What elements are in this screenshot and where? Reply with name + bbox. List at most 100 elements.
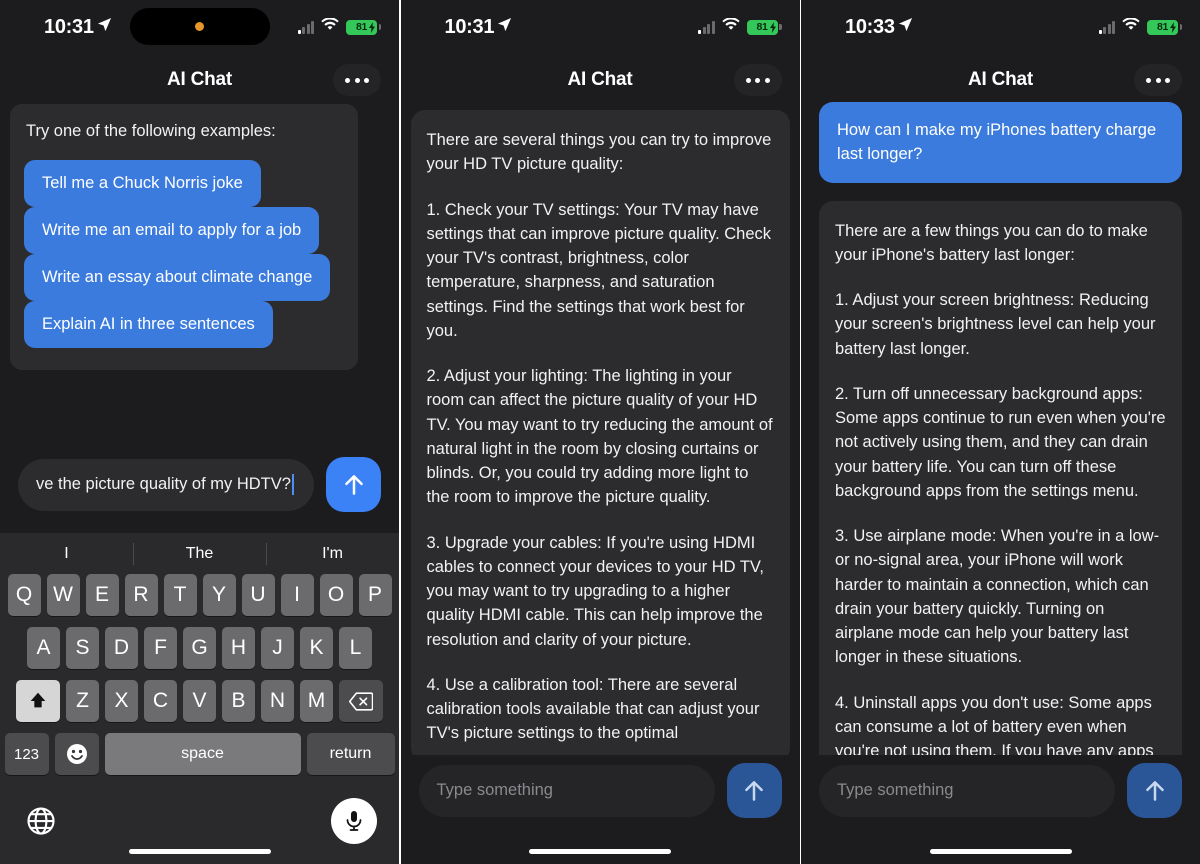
suggestion-chip[interactable]: Tell me a Chuck Norris joke xyxy=(24,160,261,207)
battery-icon: 81 xyxy=(1147,19,1182,35)
battery-level: 81 xyxy=(1157,21,1168,33)
assistant-message-bubble: There are several things you can try to … xyxy=(410,110,790,755)
assistant-paragraph: 1. Adjust your screen brightness: Reduci… xyxy=(835,291,1156,358)
key-h[interactable]: H xyxy=(222,627,255,669)
ellipsis-icon-dot xyxy=(1146,77,1151,83)
send-button[interactable] xyxy=(726,763,782,818)
globe-icon[interactable] xyxy=(26,806,56,841)
message-input[interactable]: Type something xyxy=(819,764,1115,817)
status-indicators: 81 xyxy=(1098,17,1182,36)
status-time-group: 10:31 xyxy=(44,16,112,39)
cellular-bars-icon xyxy=(698,20,715,34)
battery-level: 81 xyxy=(356,21,367,33)
assistant-paragraph: 3. Upgrade your cables: If you're using … xyxy=(426,533,765,649)
key-w[interactable]: W xyxy=(46,574,80,616)
key-r[interactable]: R xyxy=(124,574,158,616)
status-time-group: 10:33 xyxy=(845,16,913,39)
status-time: 10:31 xyxy=(44,16,94,38)
key-x[interactable]: X xyxy=(105,680,138,722)
assistant-paragraph: 4. Use a calibration tool: There are sev… xyxy=(426,675,760,743)
location-arrow-icon xyxy=(497,15,512,38)
assistant-message-bubble: There are a few things you can do to mak… xyxy=(819,200,1182,755)
keyboard-suggestion[interactable]: The xyxy=(133,545,266,563)
status-bar: 10:33 81 xyxy=(801,0,1200,58)
space-key[interactable]: space xyxy=(104,733,301,775)
key-c[interactable]: C xyxy=(144,680,177,722)
wifi-icon xyxy=(721,17,740,36)
suggestion-chip[interactable]: Write an essay about climate change xyxy=(24,254,331,301)
key-j[interactable]: J xyxy=(261,627,294,669)
suggestion-chip[interactable]: Write me an email to apply for a job xyxy=(24,207,320,254)
location-arrow-icon xyxy=(898,15,913,38)
message-input-row: ve the picture quality of my HDTV? xyxy=(0,457,399,512)
key-l[interactable]: L xyxy=(339,627,372,669)
key-u[interactable]: U xyxy=(241,574,275,616)
battery-level: 81 xyxy=(756,21,768,33)
key-n[interactable]: N xyxy=(261,680,294,722)
chat-scroll-area[interactable]: There are several things you can try to … xyxy=(410,110,790,755)
assistant-paragraph: 2. Adjust your lighting: The lighting in… xyxy=(426,367,773,507)
recording-indicator-dot xyxy=(195,22,204,31)
key-g[interactable]: G xyxy=(183,627,216,669)
keyboard-row-4: 123 space return xyxy=(3,733,396,775)
cellular-bars-icon xyxy=(297,20,314,34)
key-d[interactable]: D xyxy=(105,627,138,669)
send-button[interactable] xyxy=(1127,763,1182,818)
ellipsis-icon-dot xyxy=(745,77,751,83)
more-options-button[interactable] xyxy=(333,64,381,96)
key-v[interactable]: V xyxy=(183,680,216,722)
microphone-icon[interactable] xyxy=(331,798,377,844)
keyboard-bottom-bar xyxy=(0,786,399,864)
battery-icon: 81 xyxy=(746,19,782,35)
ellipsis-icon-dot xyxy=(364,77,369,83)
ellipsis-icon-dot xyxy=(1155,77,1161,83)
suggestions-card: Try one of the following examples: Tell … xyxy=(10,104,358,370)
status-bar: 10:31 81 xyxy=(401,0,800,58)
battery-icon: 81 xyxy=(346,19,381,35)
key-z[interactable]: Z xyxy=(66,680,99,722)
on-screen-keyboard: I The I'm Q W E R T Y U I O P A S D F G … xyxy=(0,533,399,864)
page-title: AI Chat xyxy=(967,69,1034,90)
key-s[interactable]: S xyxy=(66,627,99,669)
key-i[interactable]: I xyxy=(280,574,314,616)
send-button[interactable] xyxy=(326,457,381,512)
wifi-icon xyxy=(1122,17,1140,36)
assistant-paragraph: 1. Check your TV settings: Your TV may h… xyxy=(426,200,772,340)
status-indicators: 81 xyxy=(698,17,782,36)
message-input[interactable]: Type something xyxy=(418,764,715,817)
key-t[interactable]: T xyxy=(163,574,197,616)
key-m[interactable]: M xyxy=(300,680,333,722)
status-time: 10:31 xyxy=(444,16,495,38)
key-a[interactable]: A xyxy=(27,627,60,669)
message-input-row: Type something xyxy=(401,763,800,818)
keyboard-suggestion[interactable]: I xyxy=(0,545,133,563)
key-o[interactable]: O xyxy=(319,574,353,616)
status-bar: 10:31 81 xyxy=(0,0,399,58)
ellipsis-icon-dot xyxy=(354,77,360,83)
more-options-button[interactable] xyxy=(733,64,782,96)
message-input[interactable]: ve the picture quality of my HDTV? xyxy=(18,458,314,511)
message-input-row: Type something xyxy=(801,763,1200,818)
shift-up-arrow-icon[interactable] xyxy=(16,680,60,722)
key-p[interactable]: P xyxy=(358,574,392,616)
suggestion-chip[interactable]: Explain AI in three sentences xyxy=(24,301,273,348)
key-y[interactable]: Y xyxy=(202,574,236,616)
keyboard-suggestion-bar: I The I'm xyxy=(0,533,399,574)
key-k[interactable]: K xyxy=(300,627,333,669)
key-f[interactable]: F xyxy=(144,627,177,669)
backspace-delete-icon[interactable] xyxy=(339,680,383,722)
status-time: 10:33 xyxy=(845,16,895,38)
return-key[interactable]: return xyxy=(306,733,395,775)
chat-scroll-area[interactable]: How can I make my iPhones battery charge… xyxy=(819,102,1182,755)
key-e[interactable]: E xyxy=(85,574,119,616)
key-b[interactable]: B xyxy=(222,680,255,722)
page-title: AI Chat xyxy=(567,69,633,90)
panel-hdtv-answer: 10:31 81 AI Chat There are several thing… xyxy=(400,0,800,864)
assistant-paragraph: There are several things you can try to … xyxy=(426,131,772,174)
smiley-face-icon[interactable] xyxy=(54,733,99,775)
numbers-key[interactable]: 123 xyxy=(4,733,49,775)
more-options-button[interactable] xyxy=(1134,64,1182,96)
keyboard-suggestion[interactable]: I'm xyxy=(266,545,399,563)
key-q[interactable]: Q xyxy=(7,574,41,616)
location-arrow-icon xyxy=(97,15,112,38)
